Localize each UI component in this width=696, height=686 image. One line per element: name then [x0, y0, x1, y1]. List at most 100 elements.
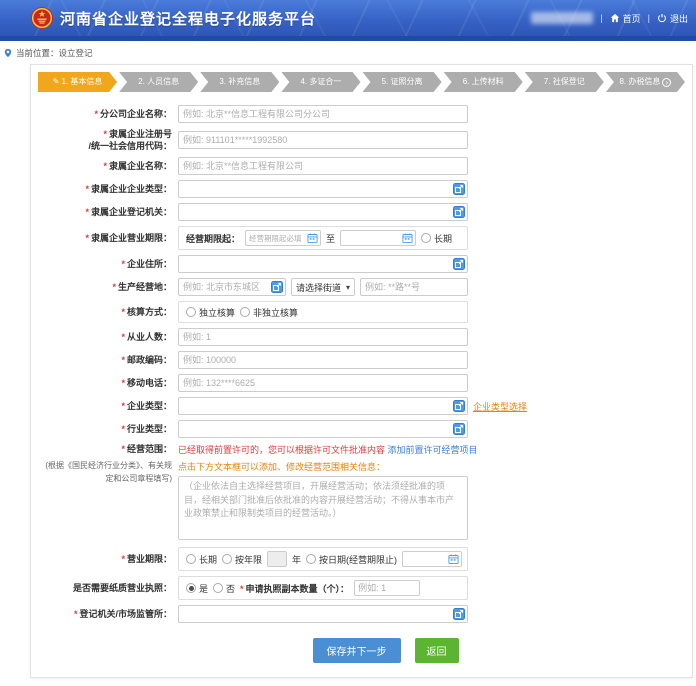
popup-select-icon[interactable] [453, 423, 465, 435]
main-panel: ✎1. 基本信息 2. 人员信息 3. 补充信息 4. 多证合一 5. 证照分离… [30, 64, 693, 678]
radio-parent-term-long[interactable] [421, 233, 431, 243]
row-company-type: *企业类型： 企业类型选择 [38, 397, 685, 415]
radio-paper-license-yes[interactable] [186, 583, 196, 593]
step-tab-social-security[interactable]: 7. 社保登记 [525, 72, 604, 92]
popup-select-icon[interactable] [453, 206, 465, 218]
calendar-icon[interactable] [402, 233, 413, 244]
row-postcode: *邮政编码： [38, 351, 685, 369]
step-tab-tax-info[interactable]: 8. 办税信息› [606, 72, 685, 92]
parent-code-label-line1: 隶属企业注册号 [109, 129, 172, 139]
radio-term-by-date[interactable] [306, 554, 316, 564]
employees-label: 从业人数： [127, 332, 172, 342]
industry-type-input[interactable] [178, 420, 468, 438]
accounting-label: 核算方式： [127, 307, 172, 317]
required-asterisk: * [94, 109, 98, 119]
business-scope-tip1: 已经取得前置许可的，您可以根据许可文件批准内容 添加前置许可经营项目 [178, 443, 478, 456]
parent-type-input[interactable] [178, 180, 468, 198]
street-select[interactable]: 请选择街道 ▾ [291, 278, 355, 296]
required-asterisk: * [121, 307, 125, 317]
business-scope-tip-red: 已经取得前置许可的，您可以根据许可文件批准内容 [178, 445, 385, 455]
license-copies-input[interactable] [354, 580, 420, 596]
breadcrumb: 当前位置：设立登记 [0, 41, 696, 64]
radio-accounting-non-independent[interactable] [240, 307, 250, 317]
parent-reg-authority-input[interactable] [178, 203, 468, 221]
popup-select-icon[interactable] [453, 183, 465, 195]
step-tab-personnel-info[interactable]: 2. 人员信息 [119, 72, 198, 92]
business-place-detail-input[interactable] [360, 278, 468, 296]
accounting-box: 独立核算 非独立核算 [178, 301, 468, 323]
required-asterisk: * [74, 609, 78, 619]
address-input[interactable] [178, 255, 468, 273]
required-asterisk: * [121, 554, 125, 564]
paper-license-label: 是否需要纸质营业执照： [73, 583, 172, 593]
step-tab-basic-info[interactable]: ✎1. 基本信息 [38, 72, 117, 92]
popup-select-icon[interactable] [453, 400, 465, 412]
radio-accounting-independent-label: 独立核算 [199, 306, 235, 319]
company-type-select-link[interactable]: 企业类型选择 [473, 400, 527, 413]
step-tab-supplement-info[interactable]: 3. 补充信息 [200, 72, 279, 92]
required-asterisk: * [103, 161, 107, 171]
row-accounting: *核算方式： 独立核算 非独立核算 [38, 301, 685, 323]
parent-name-input[interactable] [178, 157, 468, 175]
parent-term-label: 隶属企业营业期限： [91, 233, 172, 243]
business-place-district-input[interactable] [178, 278, 286, 296]
required-asterisk: * [121, 355, 125, 365]
basic-info-form: *分公司企业名称： *隶属企业注册号 /统一社会信用代码： *隶属企业名称： *… [38, 105, 685, 663]
postcode-input[interactable] [178, 351, 468, 369]
radio-paper-license-yes-label: 是 [199, 582, 208, 595]
next-steps-icon[interactable]: › [662, 78, 671, 87]
save-next-button[interactable]: 保存并下一步 [313, 638, 401, 663]
step-tab-cert-separation[interactable]: 5. 证照分离 [363, 72, 442, 92]
radio-term-by-years-label: 按年限 [235, 553, 262, 566]
address-label: 企业住所： [127, 259, 172, 269]
row-parent-term: *隶属企业营业期限： 经营期限起： 至 长期 [38, 226, 685, 250]
mobile-label: 移动电话： [127, 378, 172, 388]
row-mobile: *移动电话： [38, 374, 685, 392]
add-prelicense-scope-link[interactable]: 添加前置许可经营项目 [388, 445, 478, 455]
nav-logout[interactable]: 退出 [657, 12, 688, 25]
back-button[interactable]: 返回 [415, 638, 459, 663]
calendar-icon[interactable] [307, 233, 318, 244]
business-scope-textarea[interactable] [178, 476, 468, 540]
app-header: 河南省企业登记全程电子化服务平台 | 首页 | 退出 [0, 0, 696, 36]
popup-select-icon[interactable] [453, 608, 465, 620]
radio-term-by-years[interactable] [222, 554, 232, 564]
business-scope-note: (根据《国民经济行业分类》、有关规定和公司章程填写) [38, 460, 172, 485]
required-asterisk: * [85, 184, 89, 194]
popup-select-icon[interactable] [453, 258, 465, 270]
radio-term-long[interactable] [186, 554, 196, 564]
step-wizard: ✎1. 基本信息 2. 人员信息 3. 补充信息 4. 多证合一 5. 证照分离… [38, 72, 685, 92]
step-tab-multi-cert[interactable]: 4. 多证合一 [281, 72, 360, 92]
step-tab-upload-materials[interactable]: 6. 上传材料 [444, 72, 523, 92]
branch-name-input[interactable] [178, 105, 468, 123]
nav-home-label: 首页 [623, 12, 641, 25]
row-parent-type: *隶属企业企业类型： [38, 180, 685, 198]
breadcrumb-label: 当前位置：设立登记 [16, 47, 93, 59]
industry-type-label: 行业类型： [127, 424, 172, 434]
power-icon [657, 13, 667, 23]
employees-input[interactable] [178, 328, 468, 346]
radio-parent-term-long-label: 长期 [434, 232, 452, 245]
required-asterisk: * [121, 332, 125, 342]
company-type-input[interactable] [178, 397, 468, 415]
required-asterisk: * [112, 282, 116, 292]
popup-select-icon[interactable] [271, 281, 283, 293]
row-employees: *从业人数： [38, 328, 685, 346]
radio-paper-license-no[interactable] [213, 583, 223, 593]
row-reg-authority: *登记机关/市场监管所： [38, 605, 685, 623]
reg-authority-label: 登记机关/市场监管所： [79, 609, 172, 619]
license-copies-label: 申请执照副本数量（个）： [246, 584, 350, 594]
parent-code-input[interactable] [178, 131, 468, 149]
nav-home[interactable]: 首页 [610, 12, 641, 25]
calendar-icon[interactable] [448, 554, 459, 565]
national-emblem-icon [30, 6, 54, 30]
mobile-input[interactable] [178, 374, 468, 392]
row-industry-type: *行业类型： [38, 420, 685, 438]
radio-accounting-independent[interactable] [186, 307, 196, 317]
required-asterisk: * [121, 401, 125, 411]
nav-divider: | [600, 13, 602, 23]
location-pin-icon [3, 48, 13, 58]
term-years-input[interactable] [267, 551, 287, 567]
branch-name-label: 分公司企业名称： [100, 109, 172, 119]
reg-authority-input[interactable] [178, 605, 468, 623]
